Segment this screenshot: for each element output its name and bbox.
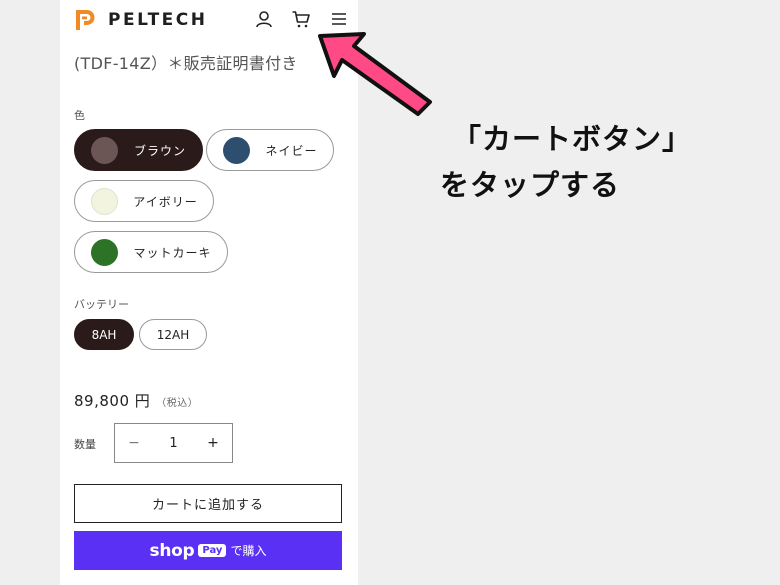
quantity-value[interactable]: 1 (153, 436, 194, 451)
add-to-cart-button[interactable]: カートに追加する (74, 484, 342, 523)
battery-option-8ah[interactable]: 8AH (74, 319, 134, 350)
color-option-ivory[interactable]: アイボリー (74, 180, 214, 222)
color-option-brown[interactable]: ブラウン (74, 129, 203, 171)
pay-badge: Pay (198, 544, 227, 557)
tax-note: （税込） (156, 398, 199, 409)
account-icon[interactable] (254, 9, 274, 29)
shop-pay-suffix: で購入 (230, 544, 267, 558)
quantity-label: 数量 (74, 438, 96, 451)
battery-label: バッテリー (74, 298, 129, 311)
quantity-increase-button[interactable]: + (194, 435, 232, 451)
color-label: 色 (74, 109, 85, 122)
ivory-swatch (91, 187, 118, 215)
khaki-swatch (91, 238, 118, 266)
cart-icon[interactable] (291, 9, 311, 29)
annotation-line-1: 「カートボタン」 (452, 122, 693, 156)
brand-name: PELTECH (108, 10, 208, 30)
color-option-label: ネイビー (265, 143, 318, 158)
brand-logo[interactable]: PELTECH (74, 8, 208, 32)
product-subtitle: (TDF-14Z）＊販売証明書付き (74, 54, 298, 73)
brown-swatch (91, 136, 118, 164)
quantity-stepper: − 1 + (114, 423, 233, 463)
color-option-label: ブラウン (133, 143, 186, 158)
quantity-decrease-button[interactable]: − (115, 435, 153, 451)
navy-swatch (223, 136, 250, 164)
price: 89,800 円 （税込） (74, 390, 198, 411)
shop-pay-button[interactable]: shop Pay で購入 (74, 531, 342, 570)
color-option-navy[interactable]: ネイビー (206, 129, 334, 171)
color-option-label: アイボリー (133, 194, 198, 209)
price-amount: 89,800 円 (74, 392, 151, 410)
color-option-label: マットカーキ (133, 245, 212, 260)
shop-pay-wordmark: shop (149, 540, 195, 561)
color-option-khaki[interactable]: マットカーキ (74, 231, 228, 273)
battery-option-12ah[interactable]: 12AH (139, 319, 207, 350)
menu-icon[interactable] (329, 9, 349, 29)
peltech-logo-icon (76, 10, 95, 30)
annotation-line-2: をタップする (440, 168, 621, 202)
pointer-arrow-icon (318, 32, 432, 116)
